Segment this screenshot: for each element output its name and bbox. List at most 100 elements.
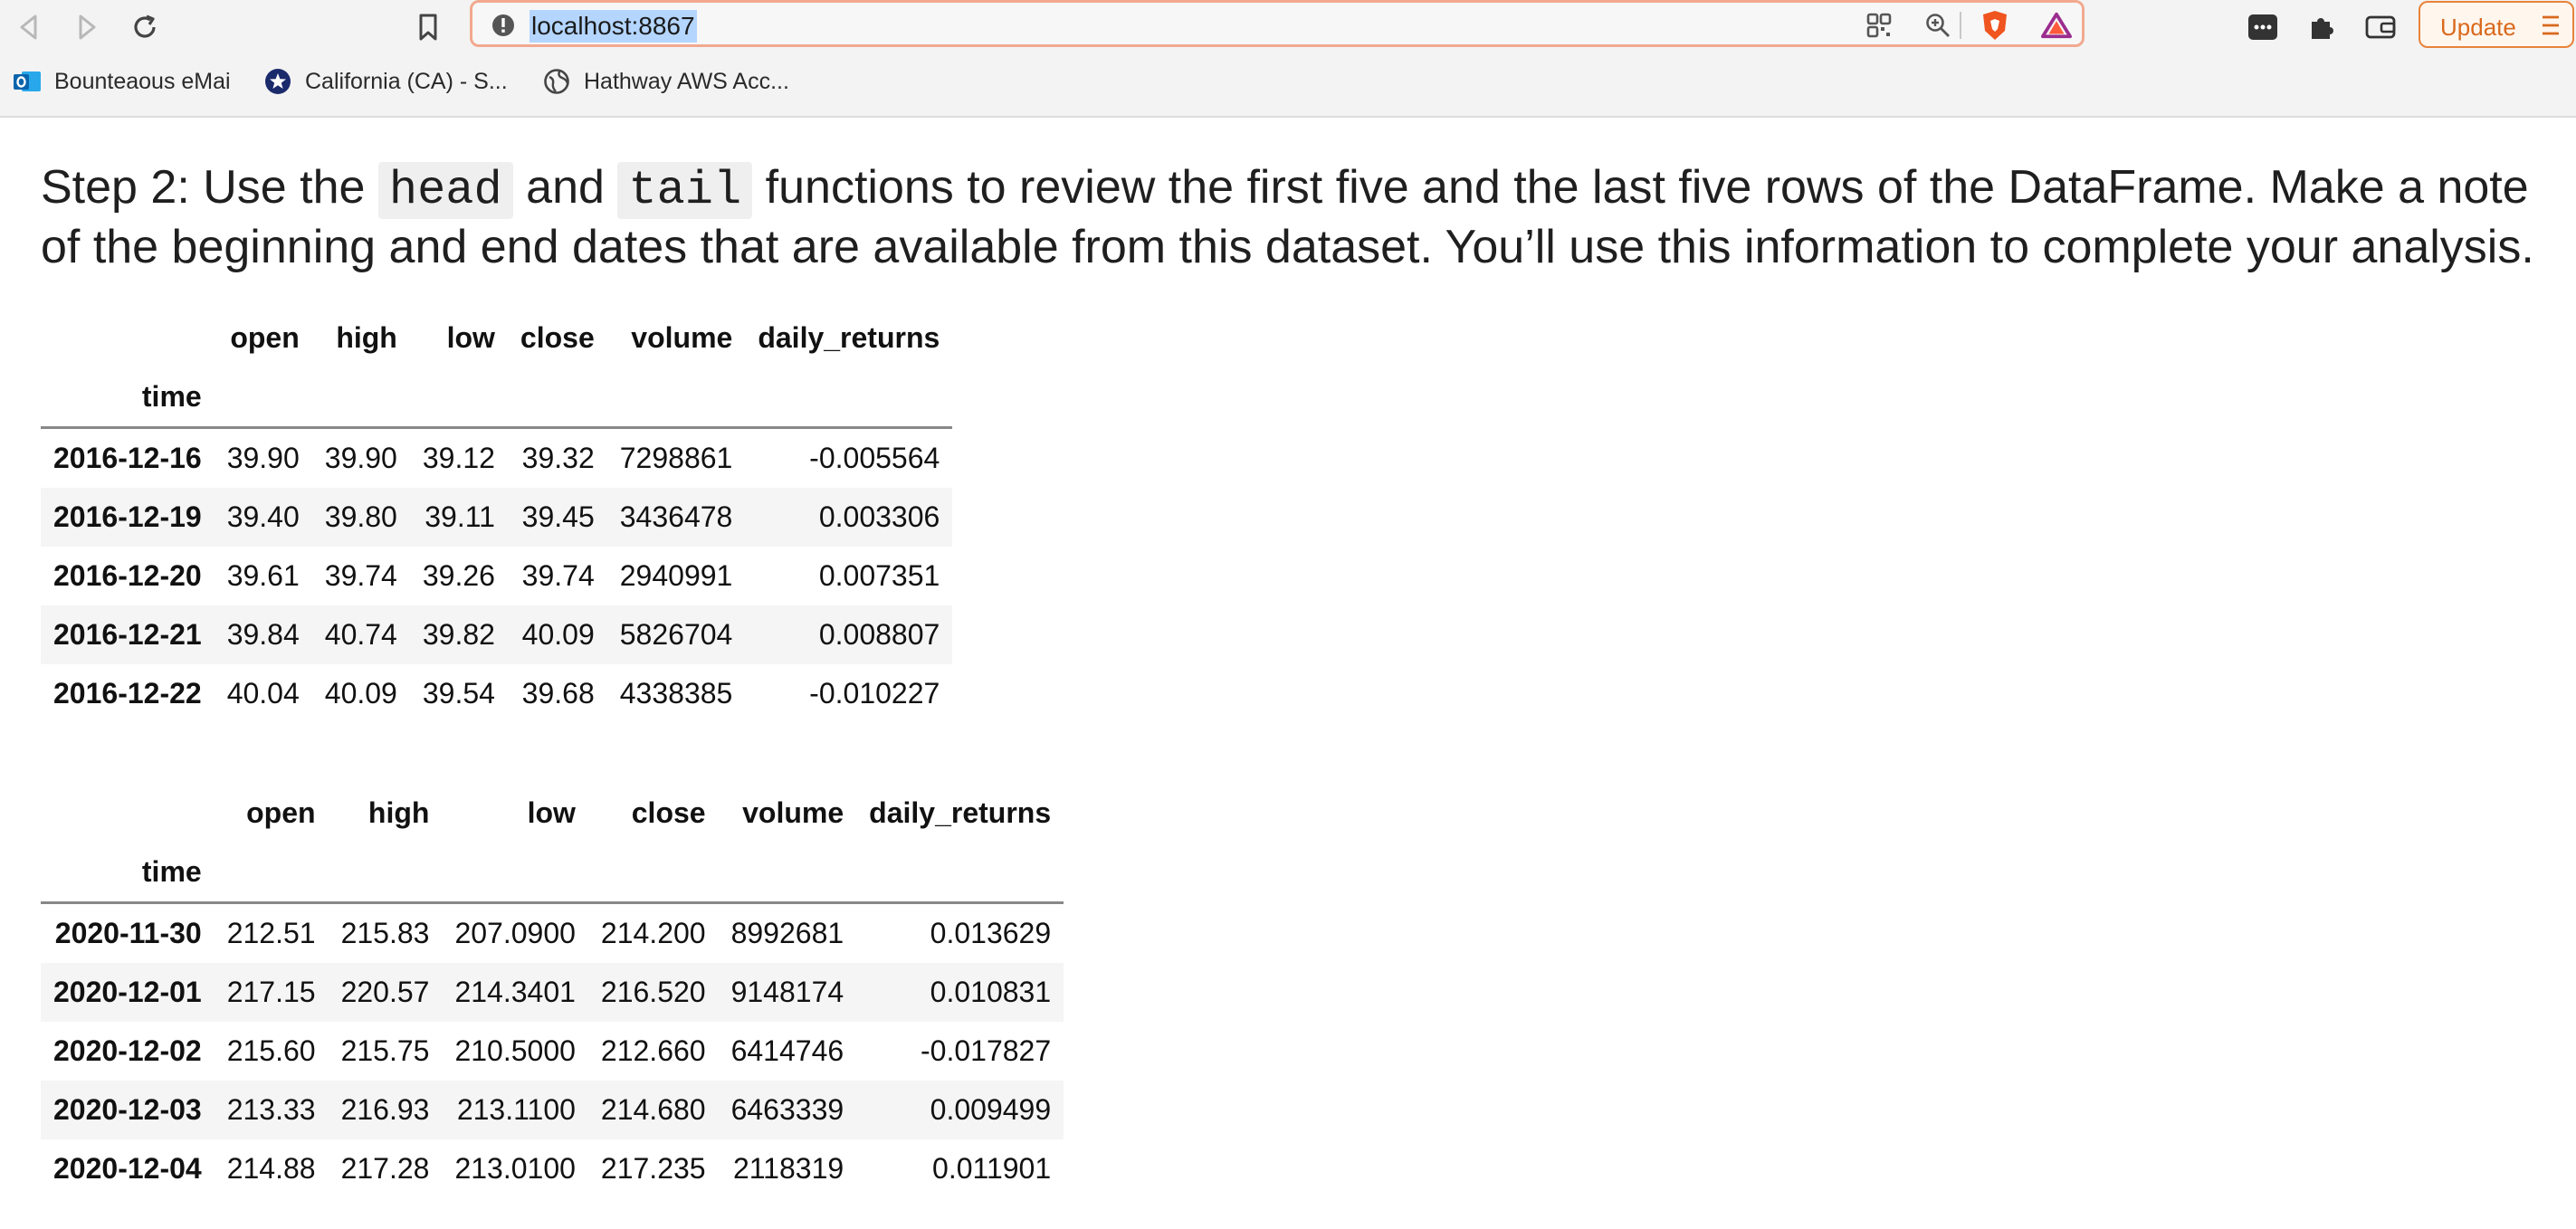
heading-text: and (512, 161, 618, 214)
brave-shields-icon[interactable] (1980, 10, 2010, 41)
table-cell: 0.007351 (818, 559, 940, 592)
table-cell: 2118319 (732, 1152, 844, 1185)
table-cell: 40.74 (324, 618, 397, 651)
table-cell: 216.93 (340, 1093, 430, 1126)
star-seal-icon (263, 67, 292, 96)
row-index: 2016-12-21 (53, 618, 202, 651)
table-cell: 39.11 (425, 500, 495, 533)
table-cell: 220.57 (340, 976, 430, 1008)
update-label: Update (2440, 14, 2516, 41)
table-cell: 215.83 (340, 917, 430, 949)
column-header: close (520, 321, 595, 354)
column-header: daily_returns (869, 796, 1052, 829)
table-row: 2016-12-19 39.40 39.80 39.11 39.45 3436478 0.0… (41, 488, 953, 547)
bookmark-page-button[interactable] (408, 7, 448, 47)
table-cell: 39.54 (422, 677, 495, 710)
table-cell: 39.74 (324, 559, 397, 592)
back-button[interactable] (9, 7, 49, 47)
table-cell: 39.26 (422, 559, 495, 592)
table-cell: 9148174 (730, 976, 844, 1008)
wallet-button[interactable] (2361, 7, 2400, 47)
table-cell: 0.003306 (818, 500, 940, 533)
qr-code-icon[interactable] (1864, 10, 1894, 41)
column-header-row: open high low close volume daily_returns (41, 309, 952, 367)
row-index: 2016-12-16 (53, 442, 202, 474)
extensions-button[interactable] (2301, 7, 2341, 47)
row-index: 2016-12-19 (53, 500, 202, 533)
table-row: 2016-12-20 39.61 39.74 39.26 39.74 2940991 0.0… (41, 547, 952, 605)
table-cell: 212.660 (600, 1034, 706, 1067)
zoom-icon[interactable] (1922, 10, 1953, 41)
bookmark-item[interactable]: California (CA) - S... (263, 65, 508, 98)
url-text[interactable]: localhost:8867 (530, 10, 697, 43)
heading-text: Step 2: Use the (41, 161, 378, 214)
table-cell: 217.15 (226, 976, 316, 1008)
table-cell: 39.45 (521, 500, 595, 533)
table-row: 2020-12-04 214.88 217.28 213.0100 217.235 211… (41, 1139, 1064, 1198)
table-cell: 6463339 (730, 1093, 844, 1126)
table-cell: 39.90 (324, 442, 397, 474)
address-bar[interactable]: localhost:8867 (470, 0, 2085, 47)
table-cell: 39.90 (226, 442, 300, 474)
inline-code-tail: tail (617, 162, 753, 219)
table-cell: 0.009499 (930, 1093, 1052, 1126)
table-cell: 217.235 (600, 1152, 706, 1185)
step-heading: Step 2: Use the head and tail functions … (41, 159, 2539, 275)
index-name-blank (507, 367, 607, 429)
table-cell: 215.60 (226, 1034, 316, 1067)
index-name-blank (328, 843, 443, 904)
head-dataframe-table: open high low close volume daily_returns time 2… (41, 309, 953, 723)
forward-button[interactable] (67, 7, 107, 47)
brave-rewards-icon[interactable] (2041, 10, 2072, 41)
table-row: 2020-11-30 212.51 215.83 207.0900 214.200 899… (41, 903, 1064, 964)
table-cell: 39.32 (521, 442, 595, 474)
bookmark-item[interactable]: Bounteaous eMai (13, 65, 231, 98)
update-button[interactable]: Update (2419, 1, 2574, 48)
forward-icon (79, 14, 96, 40)
address-bar-divider (1960, 12, 1961, 39)
column-header: volume (631, 321, 733, 354)
bookmark-label: California (CA) - S... (305, 68, 508, 94)
inline-code-head: head (377, 162, 513, 219)
column-header: open (246, 796, 316, 829)
table-cell: -0.017827 (921, 1034, 1052, 1067)
table-cell: 214.200 (600, 917, 706, 949)
column-header: high (367, 796, 430, 829)
index-name-header: time (41, 367, 215, 429)
site-info-icon[interactable] (488, 10, 519, 41)
bookmark-label: Bounteaous eMai (54, 68, 231, 94)
reload-button[interactable] (125, 7, 165, 47)
index-name-blank (214, 367, 312, 429)
column-header-row: open high low close volume daily_returns (41, 784, 1064, 843)
column-header: high (336, 321, 397, 354)
table-cell: 40.04 (226, 677, 300, 710)
table-cell: 39.80 (324, 500, 397, 533)
table-cell: 217.28 (340, 1152, 430, 1185)
bookmark-label: Hathway AWS Acc... (584, 68, 789, 94)
table-cell: 6414746 (730, 1034, 844, 1067)
table-cell: 40.09 (324, 677, 397, 710)
wallet-icon (2365, 15, 2396, 39)
table-row: 2016-12-16 39.90 39.90 39.12 39.32 7298861 -0.… (41, 428, 952, 489)
index-name-blank (587, 843, 719, 904)
table-row: 2016-12-22 40.04 40.09 39.54 39.68 4338385 -0.… (41, 664, 952, 723)
index-name-blank (409, 367, 508, 429)
index-name-row: time (41, 367, 953, 429)
table-cell: 0.011901 (932, 1152, 1052, 1185)
table-cell: 39.40 (226, 500, 300, 533)
table-cell: 213.1100 (456, 1093, 576, 1126)
bookmark-icon (419, 14, 437, 41)
table-cell: 40.09 (521, 618, 595, 651)
extension-button[interactable] (2243, 7, 2283, 47)
table-row: 2020-12-01 217.15 220.57 214.3401 216.520 914… (41, 963, 1064, 1022)
reload-icon (134, 14, 156, 38)
column-header: daily_returns (758, 321, 940, 354)
bookmark-item[interactable]: Hathway AWS Acc... (542, 65, 789, 98)
browser-toolbar: localhost:8867 Update (0, 0, 2576, 52)
table-cell: 39.61 (226, 559, 300, 592)
table-cell: 213.0100 (454, 1152, 576, 1185)
table-cell: 207.0900 (454, 917, 576, 949)
table-cell: 212.51 (226, 917, 316, 949)
row-index: 2016-12-22 (53, 677, 202, 710)
index-name-blank (442, 843, 588, 904)
